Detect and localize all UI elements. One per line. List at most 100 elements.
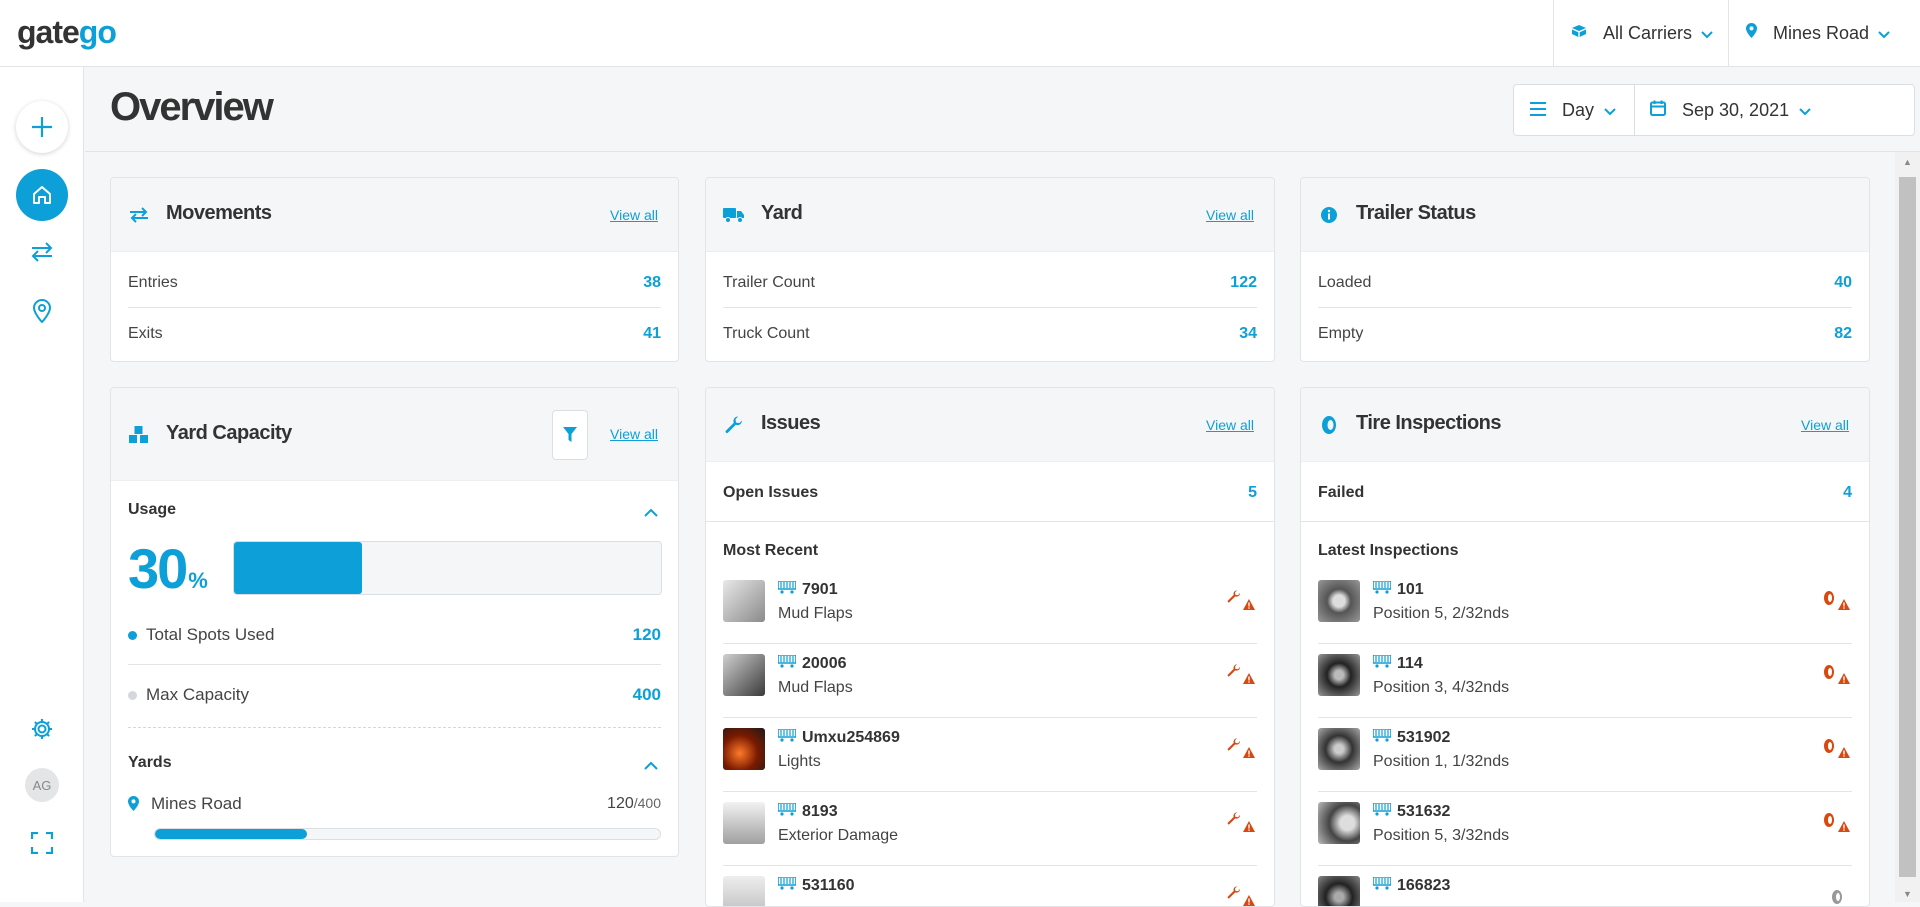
row-label: Empty	[1318, 324, 1364, 342]
sidebar-item-settings[interactable]	[26, 713, 58, 745]
carrier-dropdown[interactable]: All Carriers	[1553, 0, 1728, 66]
max-capacity-row: Max Capacity 400	[128, 669, 661, 720]
truck-icon	[723, 204, 745, 226]
tire-icon	[1822, 886, 1852, 906]
item-id: 7901	[777, 580, 838, 599]
list-item[interactable]: 114 Position 3, 4/32nds	[1318, 644, 1852, 718]
logo[interactable]: gatego	[17, 14, 117, 51]
trailer-icon	[777, 802, 797, 819]
item-description: Position 3, 4/32nds	[1373, 679, 1510, 696]
avatar[interactable]: AG	[25, 768, 59, 802]
location-pin-icon	[1746, 23, 1757, 43]
scroll-up-arrow-icon[interactable]: ▲	[1903, 157, 1912, 167]
home-icon	[33, 186, 51, 204]
issues-view-all-link[interactable]: View all	[1206, 417, 1254, 433]
photo-thumbnail	[1318, 728, 1360, 770]
sidebar-item-movements[interactable]	[26, 236, 58, 268]
photo-thumbnail	[1318, 876, 1360, 906]
item-id: 531160	[777, 876, 855, 895]
list-item[interactable]: 531160	[723, 866, 1257, 906]
usage-label: Usage	[128, 501, 177, 518]
tire-warning-icon	[1822, 738, 1852, 760]
total-spots-label-wrap: Total Spots Used	[128, 625, 275, 645]
yard-item-mines-road[interactable]: Mines Road 120/400	[128, 794, 661, 818]
scroll-down-arrow-icon[interactable]: ▼	[1903, 889, 1912, 899]
sidebar-item-home[interactable]	[16, 169, 68, 221]
trailer-icon	[1372, 802, 1392, 819]
item-id-text: 531902	[1397, 729, 1451, 746]
photo-thumbnail	[723, 580, 765, 622]
list-item[interactable]: 531902 Position 1, 1/32nds	[1318, 718, 1852, 792]
item-description: Exterior Damage	[778, 827, 899, 844]
row-label: Loaded	[1318, 273, 1372, 291]
chevron-down-icon	[1878, 23, 1890, 44]
list-item[interactable]: Umxu254869 Lights	[723, 718, 1257, 792]
most-recent-label: Most Recent	[723, 542, 819, 559]
location-label: Mines Road	[1773, 22, 1870, 43]
item-description: Lights	[778, 753, 821, 770]
boxes-icon	[128, 424, 150, 446]
top-bar: gatego All Carriers Mines Road	[0, 0, 1920, 67]
filter-button[interactable]	[552, 410, 588, 460]
location-dropdown[interactable]: Mines Road	[1728, 0, 1898, 66]
photo-thumbnail	[1318, 580, 1360, 622]
chevron-up-icon	[644, 508, 658, 517]
yard-progress-fill	[155, 829, 307, 839]
row-value: 38	[643, 273, 661, 291]
add-button[interactable]	[16, 101, 68, 153]
row-label: Entries	[128, 273, 178, 291]
page-title: Overview	[110, 85, 274, 129]
movements-row-entries: Entries 38	[128, 257, 661, 308]
photo-thumbnail	[723, 654, 765, 696]
divider	[1301, 521, 1869, 522]
failed-value: 4	[1843, 483, 1852, 501]
legend-dot-used	[128, 630, 137, 640]
row-label: Trailer Count	[723, 273, 815, 291]
sidebar-item-locations[interactable]	[26, 295, 58, 327]
usage-collapse-button[interactable]	[644, 504, 658, 522]
trailer-status-card: Trailer Status Loaded 40 Empty 82	[1300, 177, 1870, 362]
row-value: 34	[1239, 324, 1257, 342]
yards-label: Yards	[128, 754, 172, 771]
movements-card-header: Movements View all	[111, 178, 678, 252]
tire-warning-icon	[1822, 812, 1852, 834]
gear-icon	[32, 719, 52, 739]
legend-dot-capacity	[128, 690, 137, 700]
period-dropdown[interactable]: Day	[1514, 85, 1635, 135]
divider	[706, 521, 1274, 522]
movements-row-exits: Exits 41	[128, 308, 661, 359]
scrollbar-thumb[interactable]	[1899, 177, 1916, 877]
tire-warning-icon	[1822, 664, 1852, 686]
max-capacity-label: Max Capacity	[146, 684, 249, 704]
total-spots-value: 120	[632, 624, 661, 644]
item-id-text: Umxu254869	[802, 729, 900, 746]
list-item[interactable]: 20006 Mud Flaps	[723, 644, 1257, 718]
date-picker[interactable]: Sep 30, 2021	[1635, 85, 1914, 135]
list-item[interactable]: 166823	[1318, 866, 1852, 906]
chevron-up-icon	[644, 761, 658, 770]
usage-percent: 30%	[128, 536, 208, 601]
yard-capacity-card-header: Yard Capacity View all	[111, 388, 678, 481]
total-spots-label: Total Spots Used	[146, 624, 275, 644]
transfer-arrows-icon	[31, 242, 53, 262]
photo-thumbnail	[723, 728, 765, 770]
item-id-text: 166823	[1397, 877, 1451, 894]
transfer-arrows-icon	[128, 204, 150, 226]
movements-view-all-link[interactable]: View all	[610, 207, 658, 223]
list-item[interactable]: 8193 Exterior Damage	[723, 792, 1257, 866]
item-id-text: 8193	[802, 803, 838, 820]
tire-inspections-view-all-link[interactable]: View all	[1801, 417, 1849, 433]
fullscreen-button[interactable]	[26, 827, 58, 859]
page-scrollbar[interactable]: ▲ ▼	[1895, 152, 1920, 902]
yard-view-all-link[interactable]: View all	[1206, 207, 1254, 223]
yard-capacity-view-all-link[interactable]: View all	[610, 426, 658, 442]
list-item[interactable]: 7901 Mud Flaps	[723, 570, 1257, 644]
date-controls: Day Sep 30, 2021	[1513, 84, 1915, 136]
yards-collapse-button[interactable]	[644, 757, 658, 775]
card-title: Trailer Status	[1356, 202, 1476, 224]
fullscreen-icon	[31, 832, 53, 854]
list-item[interactable]: 531632 Position 5, 3/32nds	[1318, 792, 1852, 866]
list-item[interactable]: 101 Position 5, 2/32nds	[1318, 570, 1852, 644]
issues-card-header: Issues View all	[706, 388, 1274, 462]
max-capacity-label-wrap: Max Capacity	[128, 685, 249, 705]
